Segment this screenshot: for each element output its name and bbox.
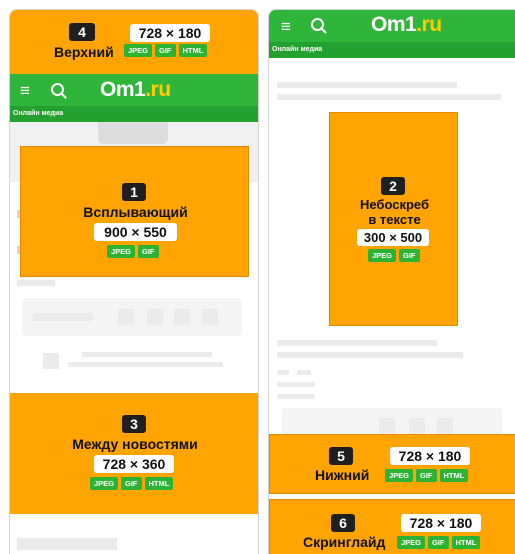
banner-title: Верхний — [54, 44, 114, 60]
format-badge-gif: GIF — [416, 469, 437, 482]
format-badge-gif: GIF — [138, 245, 159, 258]
thumb-placeholder — [409, 418, 425, 434]
format-badge-html: HTML — [178, 44, 208, 57]
banner-between-news: 3 Между новостями 728 × 360 JPEG GIF HTM… — [10, 393, 258, 514]
search-icon[interactable] — [51, 83, 64, 96]
banner-title: Скринглайд — [303, 534, 386, 550]
app-subheader: Онлайн медиа — [269, 42, 515, 58]
banner-number-badge: 3 — [122, 415, 146, 433]
format-badge-gif: GIF — [155, 44, 176, 57]
logo-main-text: Om1 — [371, 13, 417, 36]
format-badges: JPEG GIF HTML — [124, 44, 208, 57]
format-badges: JPEG GIF — [368, 249, 420, 262]
banner-size-label: 300 × 500 — [357, 229, 429, 246]
phone-mockup-right: ≡ Om1.ru Онлайн медиа 2 Небоскреб в текс… — [268, 9, 515, 554]
banner-screenglide: 6 Скринглайд 728 × 180 JPEG GIF HTML — [269, 499, 515, 554]
banner-size-label: 728 × 180 — [130, 24, 210, 42]
search-icon[interactable] — [311, 18, 324, 31]
format-badges: JPEG GIF HTML — [385, 469, 469, 482]
banner-title-line-2: в тексте — [368, 212, 421, 227]
format-badge-jpeg: JPEG — [90, 477, 119, 490]
banner-title: Нижний — [315, 467, 370, 483]
image-icon-placeholder — [98, 122, 168, 144]
banner-skyscraper: 2 Небоскреб в тексте 300 × 500 JPEG GIF — [329, 112, 458, 326]
text-line-placeholder — [68, 362, 223, 367]
text-line-placeholder — [297, 370, 311, 375]
phone-mockup-left: 4 Верхний 728 × 180 JPEG GIF HTML ≡ Om1.… — [9, 9, 259, 554]
format-badge-html: HTML — [144, 477, 174, 490]
thumb-placeholder — [379, 418, 395, 434]
om1-logo[interactable]: Om1.ru — [100, 78, 171, 102]
format-badges: JPEG GIF — [107, 245, 159, 258]
om1-logo[interactable]: Om1.ru — [371, 13, 442, 37]
text-line-placeholder — [277, 94, 501, 100]
format-badge-jpeg: JPEG — [385, 469, 414, 482]
format-badge-html: HTML — [439, 469, 469, 482]
banner-number-badge: 5 — [329, 447, 353, 465]
text-line-placeholder — [33, 313, 93, 321]
banner-top: 4 Верхний 728 × 180 JPEG GIF HTML — [10, 10, 258, 74]
hamburger-menu-icon[interactable]: ≡ — [281, 18, 291, 35]
thumb-placeholder — [43, 353, 59, 369]
thumb-placeholder — [202, 309, 218, 325]
banner-size-label: 728 × 360 — [94, 455, 174, 473]
banner-size-label: 728 × 180 — [401, 514, 481, 532]
text-line-placeholder — [17, 538, 117, 550]
logo-main-text: Om1 — [100, 78, 146, 101]
text-line-placeholder — [277, 382, 315, 387]
site-tagline: Онлайн медиа — [272, 46, 323, 53]
banner-title: Между новостями — [72, 436, 198, 452]
format-badge-gif: GIF — [428, 536, 449, 549]
banner-size-label: 900 × 550 — [94, 223, 177, 241]
text-line-placeholder — [17, 280, 55, 286]
thumb-placeholder — [147, 309, 163, 325]
format-badge-jpeg: JPEG — [107, 245, 136, 258]
format-badge-gif: GIF — [121, 477, 142, 490]
text-line-placeholder — [277, 82, 457, 88]
app-subheader: Онлайн медиа — [10, 106, 258, 122]
banner-title: Всплывающий — [83, 204, 188, 220]
text-line-placeholder — [277, 394, 315, 399]
banner-number-badge: 1 — [122, 183, 146, 201]
thumb-placeholder — [174, 309, 190, 325]
hamburger-menu-icon[interactable]: ≡ — [20, 82, 30, 99]
text-line-placeholder — [277, 340, 437, 346]
logo-suffix-text: .ru — [145, 78, 171, 101]
banner-bottom: 5 Нижний 728 × 180 JPEG GIF HTML — [269, 434, 515, 494]
format-badges: JPEG GIF HTML — [90, 477, 174, 490]
format-badge-jpeg: JPEG — [124, 44, 153, 57]
app-header: ≡ Om1.ru — [10, 74, 258, 106]
site-tagline: Онлайн медиа — [13, 110, 64, 117]
banner-title-line-1: Небоскреб — [359, 197, 429, 212]
banner-number-badge: 2 — [381, 177, 405, 195]
format-badge-gif: GIF — [399, 249, 420, 262]
format-badges: JPEG GIF HTML — [397, 536, 481, 549]
format-badge-jpeg: JPEG — [397, 536, 426, 549]
banner-number-badge: 4 — [69, 23, 95, 41]
banner-number-badge: 6 — [331, 514, 355, 532]
banner-popup: 1 Всплывающий 900 × 550 JPEG GIF — [20, 146, 249, 277]
thumb-placeholder — [118, 309, 134, 325]
logo-suffix-text: .ru — [416, 13, 442, 36]
format-badge-html: HTML — [451, 536, 481, 549]
app-header: ≡ Om1.ru — [269, 10, 515, 42]
text-line-placeholder — [277, 370, 289, 375]
thumb-placeholder — [437, 418, 453, 434]
banner-size-label: 728 × 180 — [390, 447, 470, 465]
format-badge-jpeg: JPEG — [368, 249, 397, 262]
text-line-placeholder — [277, 352, 463, 358]
text-line-placeholder — [82, 352, 212, 357]
